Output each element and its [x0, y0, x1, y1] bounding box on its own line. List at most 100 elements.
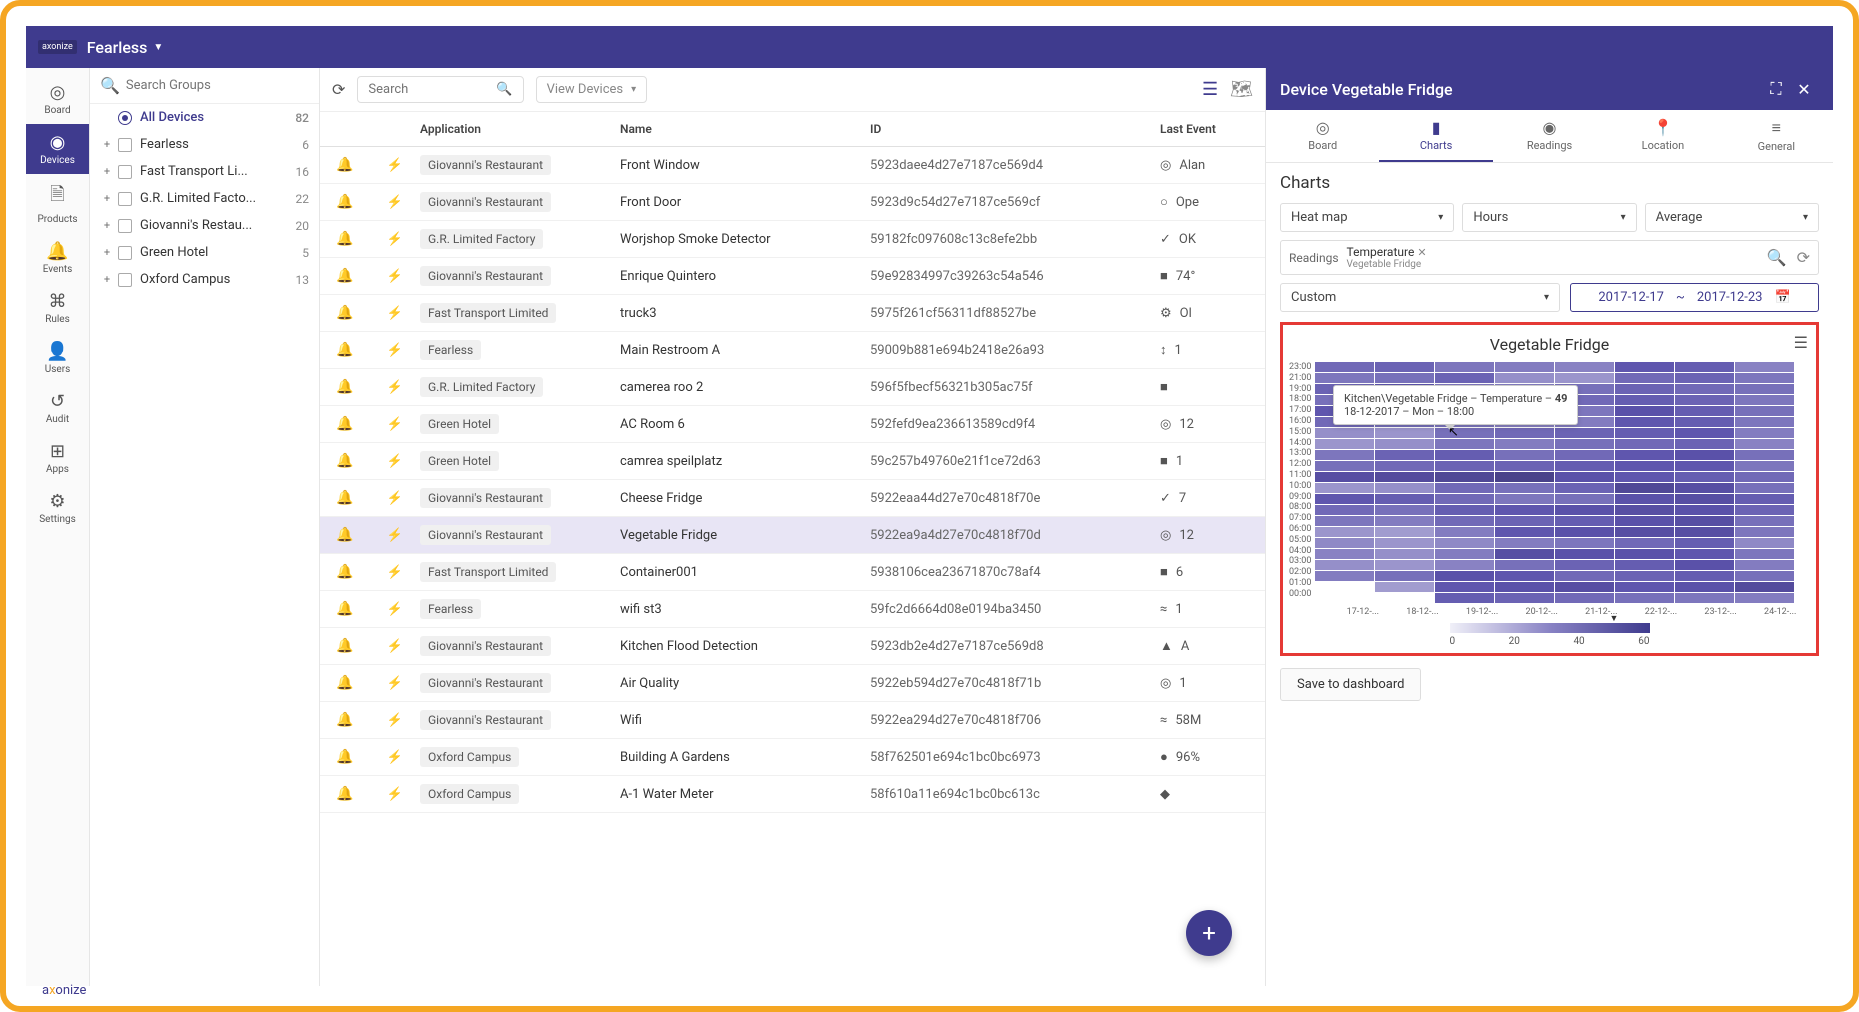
chart-type-select[interactable]: Heat map▾: [1280, 203, 1454, 232]
heatmap-cell[interactable]: [1375, 461, 1434, 471]
close-icon[interactable]: ✕: [1795, 80, 1813, 98]
heatmap-cell[interactable]: [1615, 538, 1674, 548]
heatmap-cell[interactable]: [1555, 571, 1614, 581]
heatmap-cell[interactable]: [1315, 461, 1374, 471]
nav-rules[interactable]: ⌘Rules: [26, 283, 89, 333]
heatmap-cell[interactable]: [1315, 373, 1374, 383]
heatmap-cell[interactable]: [1735, 461, 1794, 471]
heatmap-cell[interactable]: [1735, 571, 1794, 581]
remove-reading-icon[interactable]: ✕: [1417, 246, 1426, 259]
heatmap-cell[interactable]: [1735, 406, 1794, 416]
table-row[interactable]: 🔔⚡Giovanni's RestaurantKitchen Flood Det…: [320, 628, 1265, 665]
heatmap-cell[interactable]: [1495, 439, 1554, 449]
table-row[interactable]: 🔔⚡Fearlesswifi st359fc2d6664d08e0194ba34…: [320, 591, 1265, 628]
heatmap-cell[interactable]: [1375, 505, 1434, 515]
tab-general[interactable]: ≡General: [1720, 110, 1833, 162]
heatmap-cell[interactable]: [1615, 428, 1674, 438]
heatmap-cell[interactable]: [1435, 571, 1494, 581]
heatmap-cell[interactable]: [1615, 472, 1674, 482]
heatmap-cell[interactable]: [1735, 560, 1794, 570]
checkbox-icon[interactable]: [118, 192, 132, 206]
heatmap-cell[interactable]: [1675, 582, 1734, 592]
heatmap-cell[interactable]: [1615, 461, 1674, 471]
heatmap-cell[interactable]: [1615, 439, 1674, 449]
heatmap-cell[interactable]: [1675, 516, 1734, 526]
heatmap-cell[interactable]: [1675, 450, 1734, 460]
group-row[interactable]: +Fearless6: [90, 131, 319, 158]
heatmap-cell[interactable]: [1375, 439, 1434, 449]
heatmap-cell[interactable]: [1735, 450, 1794, 460]
heatmap-cell[interactable]: [1315, 527, 1374, 537]
heatmap-cell[interactable]: [1615, 483, 1674, 493]
heatmap-cell[interactable]: [1375, 538, 1434, 548]
table-row[interactable]: 🔔⚡Giovanni's RestaurantAir Quality5922eb…: [320, 665, 1265, 702]
heatmap-cell[interactable]: [1735, 417, 1794, 427]
aggregation-select[interactable]: Average▾: [1645, 203, 1819, 232]
nav-devices[interactable]: ◉Devices: [26, 124, 89, 174]
heatmap-cell[interactable]: [1375, 516, 1434, 526]
heatmap-cell[interactable]: [1735, 395, 1794, 405]
nav-products[interactable]: 🗎Products: [26, 174, 89, 233]
heatmap-cell[interactable]: [1315, 538, 1374, 548]
table-row[interactable]: 🔔⚡Oxford CampusA-1 Water Meter58f610a11e…: [320, 776, 1265, 813]
heatmap-cell[interactable]: [1495, 483, 1554, 493]
heatmap-cell[interactable]: [1675, 461, 1734, 471]
heatmap-cell[interactable]: [1555, 428, 1614, 438]
heatmap-cell[interactable]: [1375, 483, 1434, 493]
group-row[interactable]: +Giovanni's Restau...20: [90, 212, 319, 239]
heatmap-cell[interactable]: [1315, 450, 1374, 460]
heatmap-cell[interactable]: [1495, 362, 1554, 372]
table-row[interactable]: 🔔⚡Giovanni's RestaurantVegetable Fridge5…: [320, 517, 1265, 554]
heatmap-cell[interactable]: [1555, 439, 1614, 449]
heatmap-cell[interactable]: [1435, 483, 1494, 493]
refresh-icon[interactable]: ⟳: [1797, 248, 1810, 267]
heatmap-cell[interactable]: [1675, 527, 1734, 537]
nav-apps[interactable]: ⊞Apps: [26, 433, 89, 483]
heatmap-cell[interactable]: [1375, 450, 1434, 460]
heatmap-cell[interactable]: [1315, 483, 1374, 493]
heatmap-cell[interactable]: [1315, 571, 1374, 581]
heatmap-cell[interactable]: [1735, 505, 1794, 515]
heatmap-cell[interactable]: [1615, 505, 1674, 515]
expand-icon[interactable]: +: [100, 138, 114, 151]
heatmap-cell[interactable]: [1735, 516, 1794, 526]
heatmap-cell[interactable]: [1495, 593, 1554, 603]
tab-location[interactable]: 📍Location: [1606, 110, 1719, 162]
heatmap-cell[interactable]: [1555, 494, 1614, 504]
heatmap-cell[interactable]: [1315, 505, 1374, 515]
heatmap-cell[interactable]: [1495, 560, 1554, 570]
heatmap-cell[interactable]: [1615, 373, 1674, 383]
view-select[interactable]: View Devices ▾: [536, 76, 648, 103]
app-switcher[interactable]: Fearless▼: [87, 38, 164, 57]
expand-icon[interactable]: +: [100, 165, 114, 178]
heatmap-cell[interactable]: [1315, 549, 1374, 559]
heatmap-cell[interactable]: [1435, 450, 1494, 460]
checkbox-icon[interactable]: [118, 273, 132, 287]
heatmap-cell[interactable]: [1495, 516, 1554, 526]
heatmap-cell[interactable]: [1435, 549, 1494, 559]
table-row[interactable]: 🔔⚡Giovanni's RestaurantFront Door5923d9c…: [320, 184, 1265, 221]
heatmap-cell[interactable]: [1675, 406, 1734, 416]
table-row[interactable]: 🔔⚡Giovanni's RestaurantFront Window5923d…: [320, 147, 1265, 184]
heatmap-cell[interactable]: [1615, 450, 1674, 460]
heatmap-cell[interactable]: [1315, 582, 1374, 592]
heatmap-cell[interactable]: [1375, 527, 1434, 537]
heatmap-cell[interactable]: [1615, 406, 1674, 416]
heatmap-cell[interactable]: [1315, 472, 1374, 482]
heatmap-cell[interactable]: [1675, 395, 1734, 405]
heatmap-cell[interactable]: [1675, 549, 1734, 559]
expand-icon[interactable]: ⛶: [1767, 80, 1785, 98]
table-row[interactable]: 🔔⚡Green Hotelcamrea speilplatz59c257b497…: [320, 443, 1265, 480]
checkbox-icon[interactable]: [118, 138, 132, 152]
heatmap-cell[interactable]: [1675, 538, 1734, 548]
heatmap-cell[interactable]: [1315, 516, 1374, 526]
group-row[interactable]: +G.R. Limited Facto...22: [90, 185, 319, 212]
heatmap-cell[interactable]: [1675, 571, 1734, 581]
heatmap-cell[interactable]: [1315, 439, 1374, 449]
search-icon[interactable]: 🔍: [1767, 248, 1787, 267]
nav-events[interactable]: 🔔Events: [26, 233, 89, 283]
nav-settings[interactable]: ⚙Settings: [26, 483, 89, 533]
heatmap-cell[interactable]: [1375, 472, 1434, 482]
heatmap-cell[interactable]: [1615, 582, 1674, 592]
heatmap-cell[interactable]: [1495, 571, 1554, 581]
